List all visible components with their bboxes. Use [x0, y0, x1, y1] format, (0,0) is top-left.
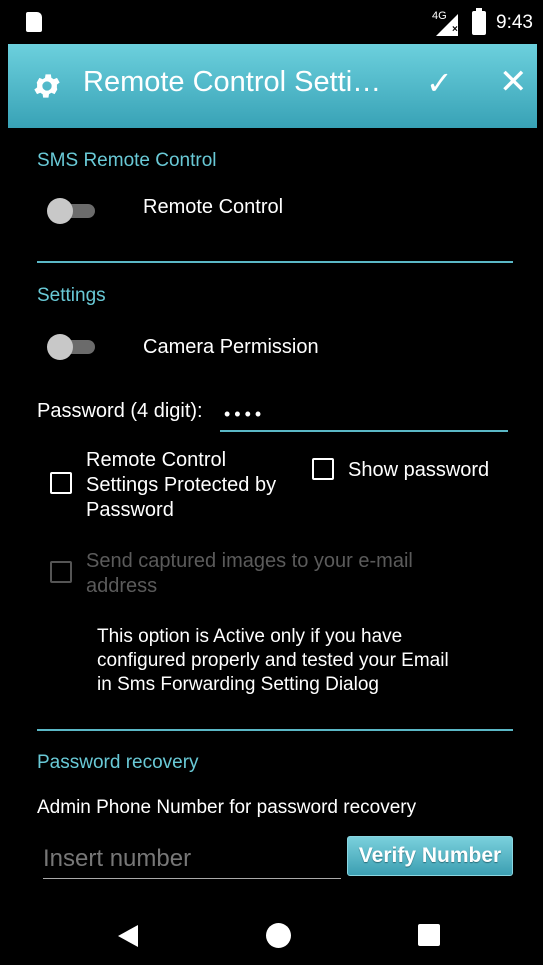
check-icon[interactable]: ✓ [426, 64, 453, 102]
divider [37, 261, 513, 263]
label-line: Settings Protected by [86, 474, 277, 496]
toolbar: Remote Control Setti… ✓ ✕ [8, 44, 537, 128]
battery-icon [472, 8, 486, 35]
remote-control-switch[interactable] [47, 198, 95, 224]
admin-phone-label: Admin Phone Number for password recovery [37, 797, 417, 818]
show-password-label: Show password [348, 459, 490, 481]
password-field[interactable] [220, 398, 508, 432]
label-line: Remote Control [86, 449, 227, 471]
sms-section-header: SMS Remote Control [37, 150, 217, 171]
home-icon[interactable] [266, 923, 291, 948]
navigation-bar [0, 905, 543, 965]
note-line: This option is Active only if you have [97, 626, 403, 647]
gear-icon [34, 74, 60, 98]
note-line: configured properly and tested your Emai… [97, 650, 449, 671]
close-icon[interactable]: ✕ [499, 62, 528, 102]
send-images-checkbox[interactable] [50, 561, 72, 583]
label-line: address [86, 575, 158, 597]
email-option-note: This option is Active only if you have c… [97, 625, 507, 697]
password-recovery-header: Password recovery [37, 752, 199, 773]
back-icon[interactable] [118, 925, 138, 947]
label-line: Password [86, 499, 174, 521]
admin-phone-input[interactable] [43, 840, 341, 879]
no-data-icon: × [452, 24, 458, 35]
password-label: Password (4 digit): [37, 400, 203, 422]
camera-permission-switch[interactable] [47, 334, 95, 360]
divider [37, 729, 513, 731]
protected-by-password-checkbox[interactable] [50, 472, 72, 494]
show-password-checkbox[interactable] [312, 458, 334, 480]
page-title: Remote Control Setti… [83, 66, 382, 98]
verify-number-button[interactable]: Verify Number [347, 836, 513, 876]
sd-card-icon [26, 12, 42, 32]
protected-by-password-label: Remote Control Settings Protected by Pas… [86, 448, 276, 523]
note-line: in Sms Forwarding Setting Dialog [97, 674, 379, 695]
camera-permission-label: Camera Permission [143, 336, 319, 358]
settings-section-header: Settings [37, 285, 106, 306]
send-images-label: Send captured images to your e-mail addr… [86, 549, 413, 599]
status-bar: 4G × 9:43 [0, 0, 543, 44]
switch-thumb [47, 198, 73, 224]
remote-control-label: Remote Control [143, 196, 284, 218]
switch-thumb [47, 334, 73, 360]
label-line: Send captured images to your e-mail [86, 550, 413, 572]
clock: 9:43 [496, 12, 533, 33]
recent-apps-icon[interactable] [418, 924, 440, 946]
